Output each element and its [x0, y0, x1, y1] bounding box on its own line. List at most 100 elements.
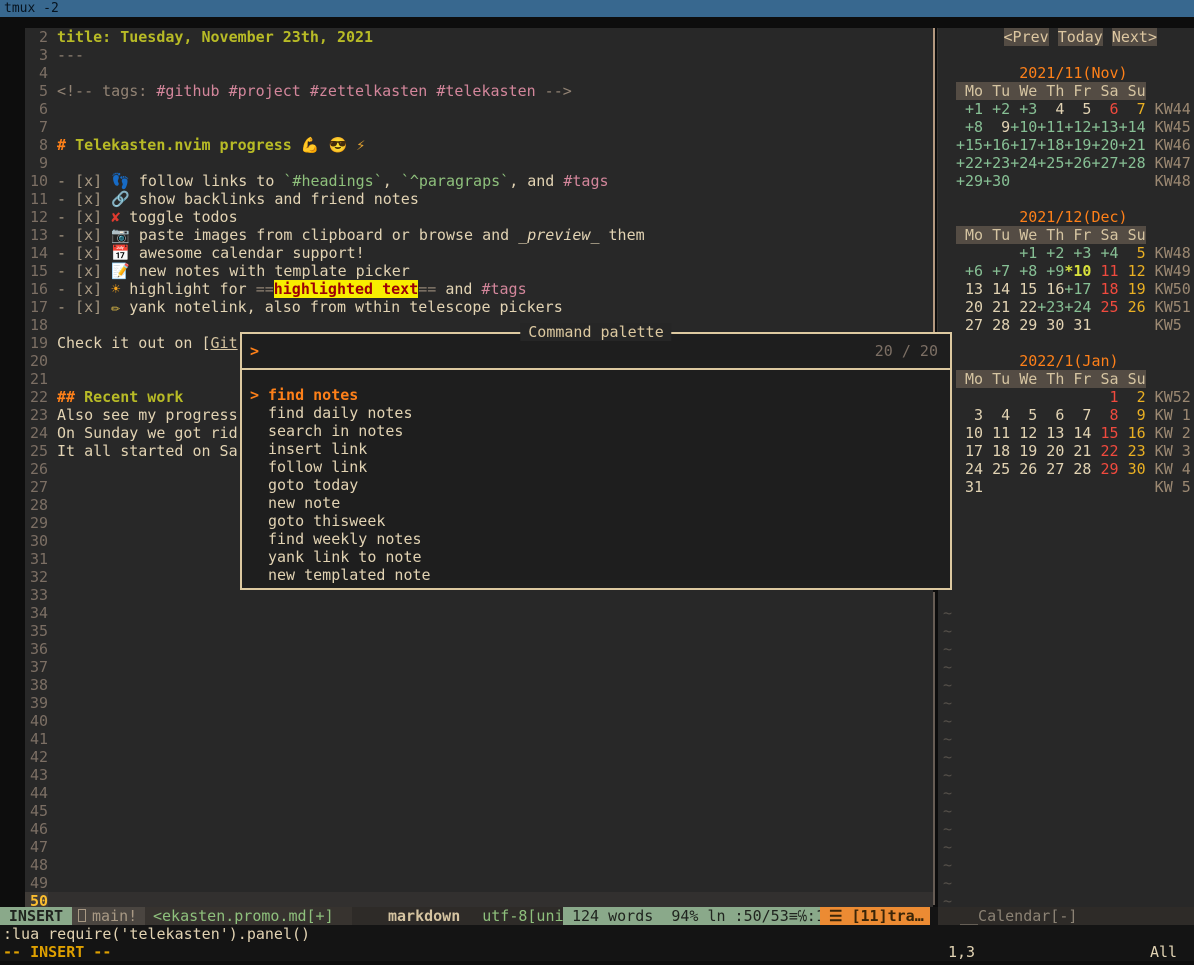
calendar-day[interactable]: *10 [1064, 262, 1091, 280]
calendar-day[interactable]: 12 [1010, 424, 1037, 442]
calendar-day[interactable]: 31 [1064, 316, 1091, 334]
editor-line[interactable]: 14- [x] 📅 awesome calendar support! [25, 244, 933, 262]
calendar-day[interactable]: 19 [1010, 442, 1037, 460]
calendar-day[interactable]: 14 [1064, 424, 1091, 442]
calendar-day[interactable]: 22 [1091, 442, 1118, 460]
editor-line[interactable]: 2title: Tuesday, November 23th, 2021 [25, 28, 933, 46]
filename-section[interactable]: <ekasten.promo.md[+] [145, 907, 352, 925]
calendar-day[interactable]: 7 [1119, 100, 1146, 118]
calendar-day[interactable]: 9 [983, 118, 1010, 136]
editor-line[interactable]: 3--- [25, 46, 933, 64]
palette-item[interactable]: insert link [242, 440, 950, 458]
calendar-day[interactable]: +14 [1119, 118, 1146, 136]
calendar-day[interactable]: 27 [956, 316, 983, 334]
calendar-day[interactable]: 4 [1037, 100, 1064, 118]
calendar-day[interactable]: 9 [1119, 406, 1146, 424]
calendar-day[interactable]: 25 [983, 460, 1010, 478]
calendar-day[interactable]: +3 [1064, 244, 1091, 262]
calendar-day[interactable]: 30 [1119, 460, 1146, 478]
calendar-day[interactable]: +11 [1037, 118, 1064, 136]
calendar-day[interactable]: +26 [1064, 154, 1091, 172]
calendar-next-button[interactable]: Next> [1112, 28, 1157, 46]
editor-line[interactable]: 45 [25, 802, 933, 820]
calendar-day[interactable]: 15 [1010, 280, 1037, 298]
editor-line[interactable]: 11- [x] 🔗 show backlinks and friend note… [25, 190, 933, 208]
calendar-day[interactable]: +3 [1010, 100, 1037, 118]
calendar-day[interactable]: 20 [956, 298, 983, 316]
calendar-day[interactable]: +4 [1091, 244, 1118, 262]
calendar-day[interactable]: +23 [983, 154, 1010, 172]
calendar-day[interactable]: 18 [1091, 280, 1118, 298]
buffer-section[interactable]: ☰ [11]tra… [820, 907, 930, 925]
calendar-day[interactable]: +29 [956, 172, 983, 190]
calendar-day[interactable]: +12 [1064, 118, 1091, 136]
editor-line[interactable]: 5<!-- tags: #github #project #zettelkast… [25, 82, 933, 100]
calendar-day[interactable]: 12 [1119, 262, 1146, 280]
editor-line[interactable]: 36 [25, 640, 933, 658]
calendar-day[interactable]: +9 [1037, 262, 1064, 280]
calendar-day[interactable]: +17 [1064, 280, 1091, 298]
calendar-day[interactable]: 13 [956, 280, 983, 298]
calendar-day[interactable]: +10 [1010, 118, 1037, 136]
editor-line[interactable]: 9 [25, 154, 933, 172]
palette-item[interactable]: goto today [242, 476, 950, 494]
calendar-day[interactable]: 21 [983, 298, 1010, 316]
calendar-day[interactable]: +24 [1064, 298, 1091, 316]
calendar-day[interactable]: 5 [1119, 244, 1146, 262]
editor-line[interactable]: 7 [25, 118, 933, 136]
editor-line[interactable]: 8# Telekasten.nvim progress 💪 😎 ⚡ [25, 136, 933, 154]
calendar-day[interactable]: 4 [983, 406, 1010, 424]
calendar-day[interactable]: 6 [1037, 406, 1064, 424]
calendar-day[interactable]: 6 [1091, 100, 1118, 118]
calendar-day[interactable]: 15 [1091, 424, 1118, 442]
calendar-day[interactable]: +27 [1091, 154, 1118, 172]
calendar-day[interactable]: 11 [983, 424, 1010, 442]
editor-line[interactable]: 40 [25, 712, 933, 730]
calendar-day[interactable]: +17 [1010, 136, 1037, 154]
calendar-day[interactable]: +28 [1119, 154, 1146, 172]
editor-line[interactable]: 13- [x] 📷 paste images from clipboard or… [25, 226, 933, 244]
calendar-day[interactable]: 2 [1119, 388, 1146, 406]
calendar-today-button[interactable]: Today [1058, 28, 1103, 46]
editor-line[interactable]: 48 [25, 856, 933, 874]
palette-item[interactable]: follow link [242, 458, 950, 476]
palette-item[interactable]: >find notes [242, 386, 950, 404]
calendar-day[interactable]: 13 [1037, 424, 1064, 442]
calendar-day[interactable]: +2 [1037, 244, 1064, 262]
palette-item[interactable]: find weekly notes [242, 530, 950, 548]
command-line[interactable]: :lua require('telekasten').panel() [0, 925, 1194, 943]
editor-line[interactable]: 6 [25, 100, 933, 118]
calendar-day[interactable]: 29 [1091, 460, 1118, 478]
calendar-day[interactable]: 10 [956, 424, 983, 442]
editor-line[interactable]: 43 [25, 766, 933, 784]
calendar-day[interactable]: 22 [1010, 298, 1037, 316]
calendar-day[interactable]: 16 [1037, 280, 1064, 298]
calendar-day[interactable]: 18 [983, 442, 1010, 460]
calendar-day[interactable]: 16 [1119, 424, 1146, 442]
palette-item[interactable]: find daily notes [242, 404, 950, 422]
calendar-day[interactable]: +22 [956, 154, 983, 172]
calendar-day[interactable]: 8 [1091, 406, 1118, 424]
palette-item[interactable]: search in notes [242, 422, 950, 440]
calendar-day[interactable]: 20 [1037, 442, 1064, 460]
editor-line[interactable]: 42 [25, 748, 933, 766]
calendar-day[interactable]: 24 [956, 460, 983, 478]
calendar-day[interactable]: +23 [1037, 298, 1064, 316]
editor-line[interactable]: 39 [25, 694, 933, 712]
calendar-prev-button[interactable]: <Prev [1004, 28, 1049, 46]
editor-line[interactable]: 41 [25, 730, 933, 748]
calendar-day[interactable]: +30 [983, 172, 1010, 190]
editor-line[interactable]: 34 [25, 604, 933, 622]
calendar-day[interactable]: 3 [956, 406, 983, 424]
editor-line[interactable]: 4 [25, 64, 933, 82]
calendar-day[interactable]: 5 [1010, 406, 1037, 424]
editor-line[interactable]: 49 [25, 874, 933, 892]
editor-line[interactable]: 50 [25, 892, 933, 907]
calendar-day[interactable]: +19 [1064, 136, 1091, 154]
editor-line[interactable]: 44 [25, 784, 933, 802]
calendar-day[interactable]: 27 [1037, 460, 1064, 478]
editor-line[interactable]: 35 [25, 622, 933, 640]
calendar-day[interactable]: +21 [1119, 136, 1146, 154]
editor-line[interactable]: 46 [25, 820, 933, 838]
calendar-day[interactable]: 26 [1119, 298, 1146, 316]
